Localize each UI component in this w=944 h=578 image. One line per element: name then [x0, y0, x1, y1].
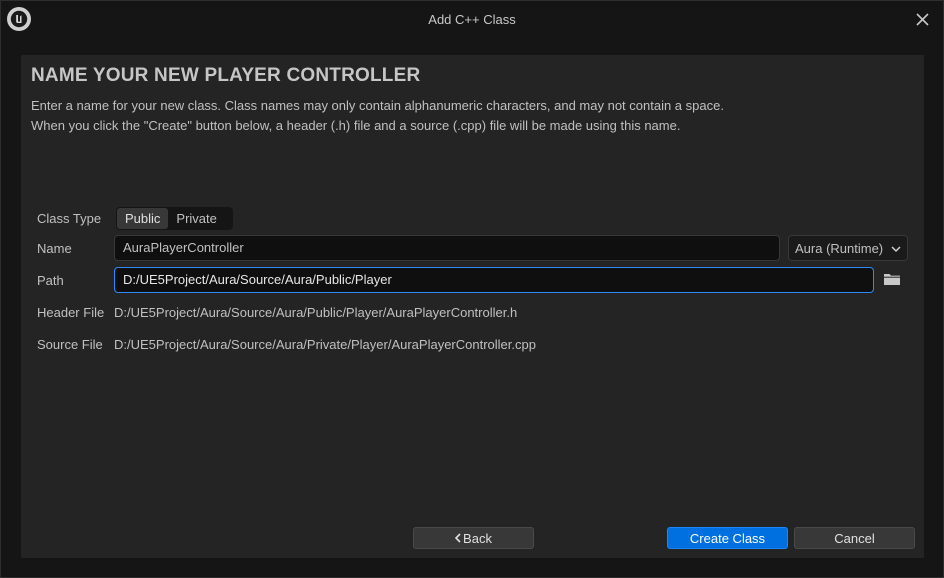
class-name-input[interactable]: AuraPlayerController	[114, 235, 780, 261]
class-type-private-option[interactable]: Private	[168, 208, 224, 229]
folder-icon[interactable]	[883, 272, 903, 288]
class-type-public-option[interactable]: Public	[117, 208, 169, 229]
window-title: Add C++ Class	[428, 12, 516, 27]
source-file-label: Source File	[37, 337, 103, 352]
class-type-label: Class Type	[37, 211, 102, 226]
name-label: Name	[37, 241, 72, 256]
create-class-button[interactable]: Create Class	[667, 527, 788, 549]
add-class-dialog: Add C++ Class NAME YOUR NEW PLAYER CONTR…	[0, 0, 944, 578]
chevron-left-icon	[455, 533, 461, 543]
chevron-down-icon	[891, 241, 901, 256]
page-title: NAME YOUR NEW PLAYER CONTROLLER	[31, 65, 421, 86]
back-button-label: Back	[463, 530, 492, 546]
cancel-button[interactable]: Cancel	[794, 527, 915, 549]
description-line-2: When you click the "Create" button below…	[31, 118, 681, 133]
description-line-1: Enter a name for your new class. Class n…	[31, 98, 724, 113]
class-type-toggle: Public Private	[116, 207, 233, 230]
module-dropdown[interactable]: Aura (Runtime)	[788, 235, 908, 261]
header-file-label: Header File	[37, 305, 105, 320]
header-file-path: D:/UE5Project/Aura/Source/Aura/Public/Pl…	[114, 305, 518, 320]
title-bar: Add C++ Class	[1, 1, 943, 39]
content-panel: NAME YOUR NEW PLAYER CONTROLLER Enter a …	[21, 55, 924, 558]
path-input[interactable]: D:/UE5Project/Aura/Source/Aura/Public/Pl…	[114, 267, 874, 293]
source-file-path: D:/UE5Project/Aura/Source/Aura/Private/P…	[114, 337, 536, 352]
module-dropdown-value: Aura (Runtime)	[795, 240, 884, 256]
back-button[interactable]: Back	[413, 527, 534, 549]
close-icon[interactable]	[913, 10, 931, 28]
path-label: Path	[37, 273, 64, 288]
